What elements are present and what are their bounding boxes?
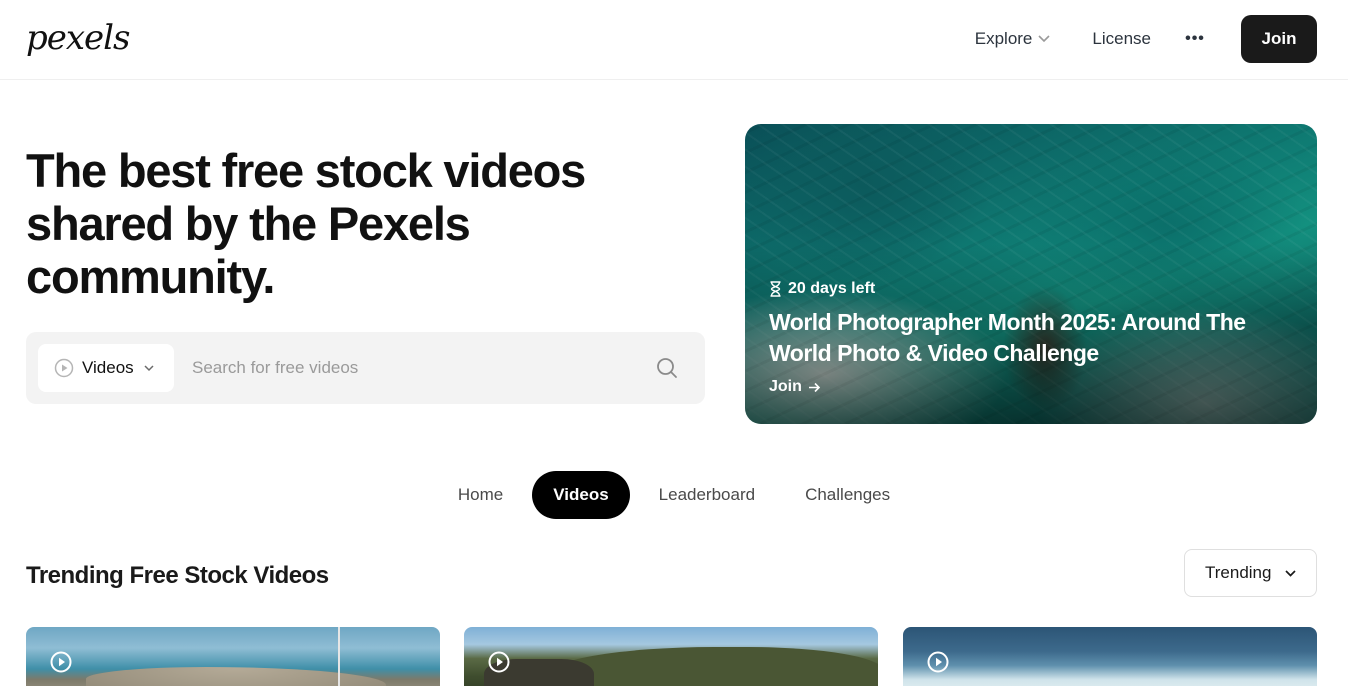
video-thumbnail[interactable] (26, 627, 440, 686)
sort-label: Trending (1205, 563, 1272, 582)
explore-label: Explore (974, 29, 1033, 48)
chevron-down-icon (1038, 35, 1050, 43)
challenge-title: World Photographer Month 2025: Around Th… (769, 309, 1246, 366)
content-tabs: Home Videos Leaderboard Challenges (0, 471, 1348, 519)
card-gradient-overlay (745, 124, 1317, 424)
arrow-right-icon (808, 382, 821, 392)
join-button[interactable]: Join (1241, 15, 1317, 63)
play-circle-icon (54, 358, 74, 378)
top-nav: Explore License ••• Join (975, 15, 1317, 63)
play-circle-icon (488, 651, 510, 673)
license-link[interactable]: License (1092, 29, 1151, 49)
section-title: Trending Free Stock Videos (26, 562, 329, 589)
chevron-down-icon (1285, 569, 1297, 577)
page-title: The best free stock videos shared by the… (26, 144, 586, 303)
more-horizontal-icon[interactable]: ••• (1181, 30, 1209, 48)
tab-challenges[interactable]: Challenges (784, 471, 911, 519)
search-bar: Videos (26, 332, 705, 404)
tab-videos[interactable]: Videos (532, 471, 630, 519)
play-circle-icon (50, 651, 72, 673)
thumbnail-scene (544, 647, 878, 686)
thumbnail-scene (86, 667, 386, 686)
explore-menu[interactable]: Explore (975, 29, 1051, 49)
chevron-down-icon (144, 364, 154, 371)
tab-leaderboard[interactable]: Leaderboard (638, 471, 776, 519)
video-thumbnail[interactable] (903, 627, 1317, 686)
challenge-join-link[interactable]: Join (769, 378, 821, 396)
pexels-logo[interactable]: pexels (26, 14, 131, 62)
challenge-card[interactable]: 20 days left World Photographer Month 20… (745, 124, 1317, 424)
sort-dropdown[interactable]: Trending (1184, 549, 1317, 597)
search-type-dropdown[interactable]: Videos (38, 344, 174, 392)
search-icon[interactable] (656, 357, 678, 379)
site-header: pexels Explore License ••• Join (0, 0, 1348, 80)
challenge-join-label: Join (769, 378, 802, 395)
hourglass-icon (770, 281, 781, 297)
search-input[interactable] (192, 344, 652, 392)
tab-home[interactable]: Home (437, 471, 524, 519)
days-left: 20 days left (769, 280, 875, 298)
play-circle-icon (927, 651, 949, 673)
days-left-label: 20 days left (788, 280, 876, 297)
search-type-label: Videos (82, 358, 134, 377)
thumbnail-scene (338, 627, 340, 686)
video-thumbnail[interactable] (464, 627, 878, 686)
